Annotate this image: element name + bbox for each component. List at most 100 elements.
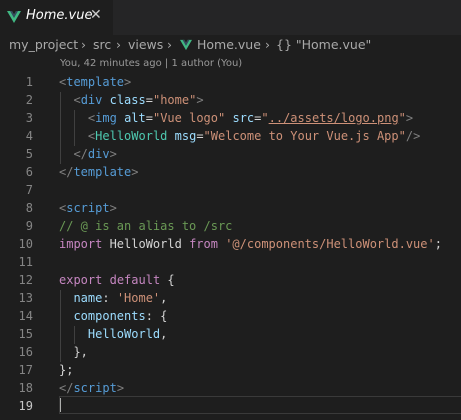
code-content: </script>: [59, 379, 124, 397]
tag-token: script: [73, 381, 117, 395]
text-token: =: [196, 129, 204, 143]
code-line[interactable]: 15 HelloWorld,: [0, 325, 461, 343]
punctuation-token: >: [405, 111, 414, 125]
code-line[interactable]: 4 <HelloWorld msg="Welcome to Your Vue.j…: [0, 127, 461, 145]
tab-bar: Home.vue ✕: [0, 0, 461, 35]
line-number: 9: [25, 219, 33, 233]
code-line[interactable]: 1 <template>: [0, 73, 461, 91]
punctuation-token: >: [116, 381, 125, 395]
code-content: name: 'Home',: [59, 289, 167, 307]
text-token: =: [145, 111, 153, 125]
attribute-token: class: [109, 93, 146, 107]
text-token: : {: [145, 309, 168, 323]
keyword-token: export: [59, 273, 103, 287]
breadcrumb-separator: ›: [167, 37, 172, 52]
code-line[interactable]: 16 },: [0, 343, 461, 361]
text-token: };: [59, 363, 74, 377]
tag-token: img: [95, 111, 117, 125]
tag-token: div: [80, 93, 103, 107]
code-content: // @ is an alias to /src: [59, 217, 232, 235]
text-token: ,: [160, 327, 168, 341]
keyword-token: import: [59, 237, 103, 251]
punctuation-token: >: [109, 201, 117, 215]
code-content: <div class="home">: [59, 91, 204, 109]
line-number: 5: [25, 147, 33, 161]
line-number: 16: [18, 345, 33, 359]
code-line[interactable]: 13 name: 'Home',: [0, 289, 461, 307]
code-content: },: [59, 343, 88, 361]
text-token: {: [160, 273, 175, 287]
punctuation-token: >: [124, 75, 132, 89]
link-token[interactable]: ../assets/logo.png: [269, 111, 399, 125]
code-line[interactable]: 7: [0, 181, 461, 199]
line-number: 15: [18, 327, 33, 341]
code-content: </template>: [59, 163, 138, 181]
code-content: <template>: [59, 73, 131, 91]
punctuation-token: </: [59, 381, 74, 395]
string-token: ": [261, 111, 269, 125]
tab-home-vue[interactable]: Home.vue ✕: [0, 0, 113, 35]
code-content: <HelloWorld msg="Welcome to Your Vue.js …: [59, 127, 420, 145]
text-token: ,: [160, 291, 168, 305]
line-number: 7: [25, 183, 33, 197]
punctuation-token: </: [73, 147, 88, 161]
line-number: 13: [18, 291, 33, 305]
vue-logo-icon: [7, 11, 21, 23]
comment-token: // @ is an alias to /src: [59, 219, 233, 233]
code-content: export default {: [59, 271, 175, 289]
line-number: 18: [18, 381, 33, 395]
line-number: 11: [18, 255, 33, 269]
code-line[interactable]: 14 components: {: [0, 307, 461, 325]
line-number: 14: [18, 309, 33, 323]
code-line[interactable]: 2 <div class="home">: [0, 91, 461, 109]
attribute-token: msg: [174, 129, 197, 143]
breadcrumb: my_project › src › views › Home.vue › {}…: [0, 35, 461, 57]
blame-annotation[interactable]: You, 42 minutes ago | 1 author (You): [60, 58, 242, 69]
line-number: 1: [25, 75, 33, 89]
text-token: =: [145, 93, 153, 107]
breadcrumb-item-src[interactable]: src: [93, 37, 111, 52]
string-token: "Welcome to Your Vue.js App": [203, 129, 406, 143]
code-line[interactable]: 10 import HelloWorld from '@/components/H…: [0, 235, 461, 253]
breadcrumb-separator: ›: [265, 37, 270, 52]
code-content: <script>: [59, 199, 117, 217]
punctuation-token: </: [59, 165, 74, 179]
code-line[interactable]: 18 </script>: [0, 379, 461, 397]
tag-token: template: [73, 165, 132, 179]
line-number: 10: [18, 237, 33, 251]
code-line[interactable]: 5 </div>: [0, 145, 461, 163]
code-content: import HelloWorld from '@/components/Hel…: [59, 235, 442, 253]
code-line[interactable]: 6 </template>: [0, 163, 461, 181]
string-token: ": [398, 111, 406, 125]
line-number: 4: [25, 129, 33, 143]
attribute-token: components: [73, 309, 146, 323]
code-line[interactable]: 3 <img alt="Vue logo" src="../assets/log…: [0, 109, 461, 127]
code-line[interactable]: 9 // @ is an alias to /src: [0, 217, 461, 235]
line-number: 19: [18, 399, 33, 413]
breadcrumb-item-home-vue[interactable]: Home.vue: [197, 37, 261, 52]
breadcrumb-item-symbol[interactable]: {} "Home.vue": [276, 37, 371, 52]
code-line[interactable]: 8 <script>: [0, 199, 461, 217]
punctuation-token: >: [196, 93, 204, 107]
code-line[interactable]: 12 export default {: [0, 271, 461, 289]
code-line[interactable]: 11: [0, 253, 461, 271]
tag-token: script: [66, 201, 110, 215]
code-line[interactable]: 17};: [0, 361, 461, 379]
close-icon[interactable]: ✕: [90, 7, 102, 23]
breadcrumb-item-views[interactable]: views: [128, 37, 163, 52]
breadcrumb-item-my-project[interactable]: my_project: [9, 37, 78, 52]
component-token: HelloWorld: [95, 129, 168, 143]
text-cursor: [60, 398, 61, 412]
text-token: },: [59, 345, 88, 359]
code-content: <img alt="Vue logo" src="../assets/logo.…: [59, 109, 413, 127]
attribute-token: HelloWorld: [87, 327, 161, 341]
